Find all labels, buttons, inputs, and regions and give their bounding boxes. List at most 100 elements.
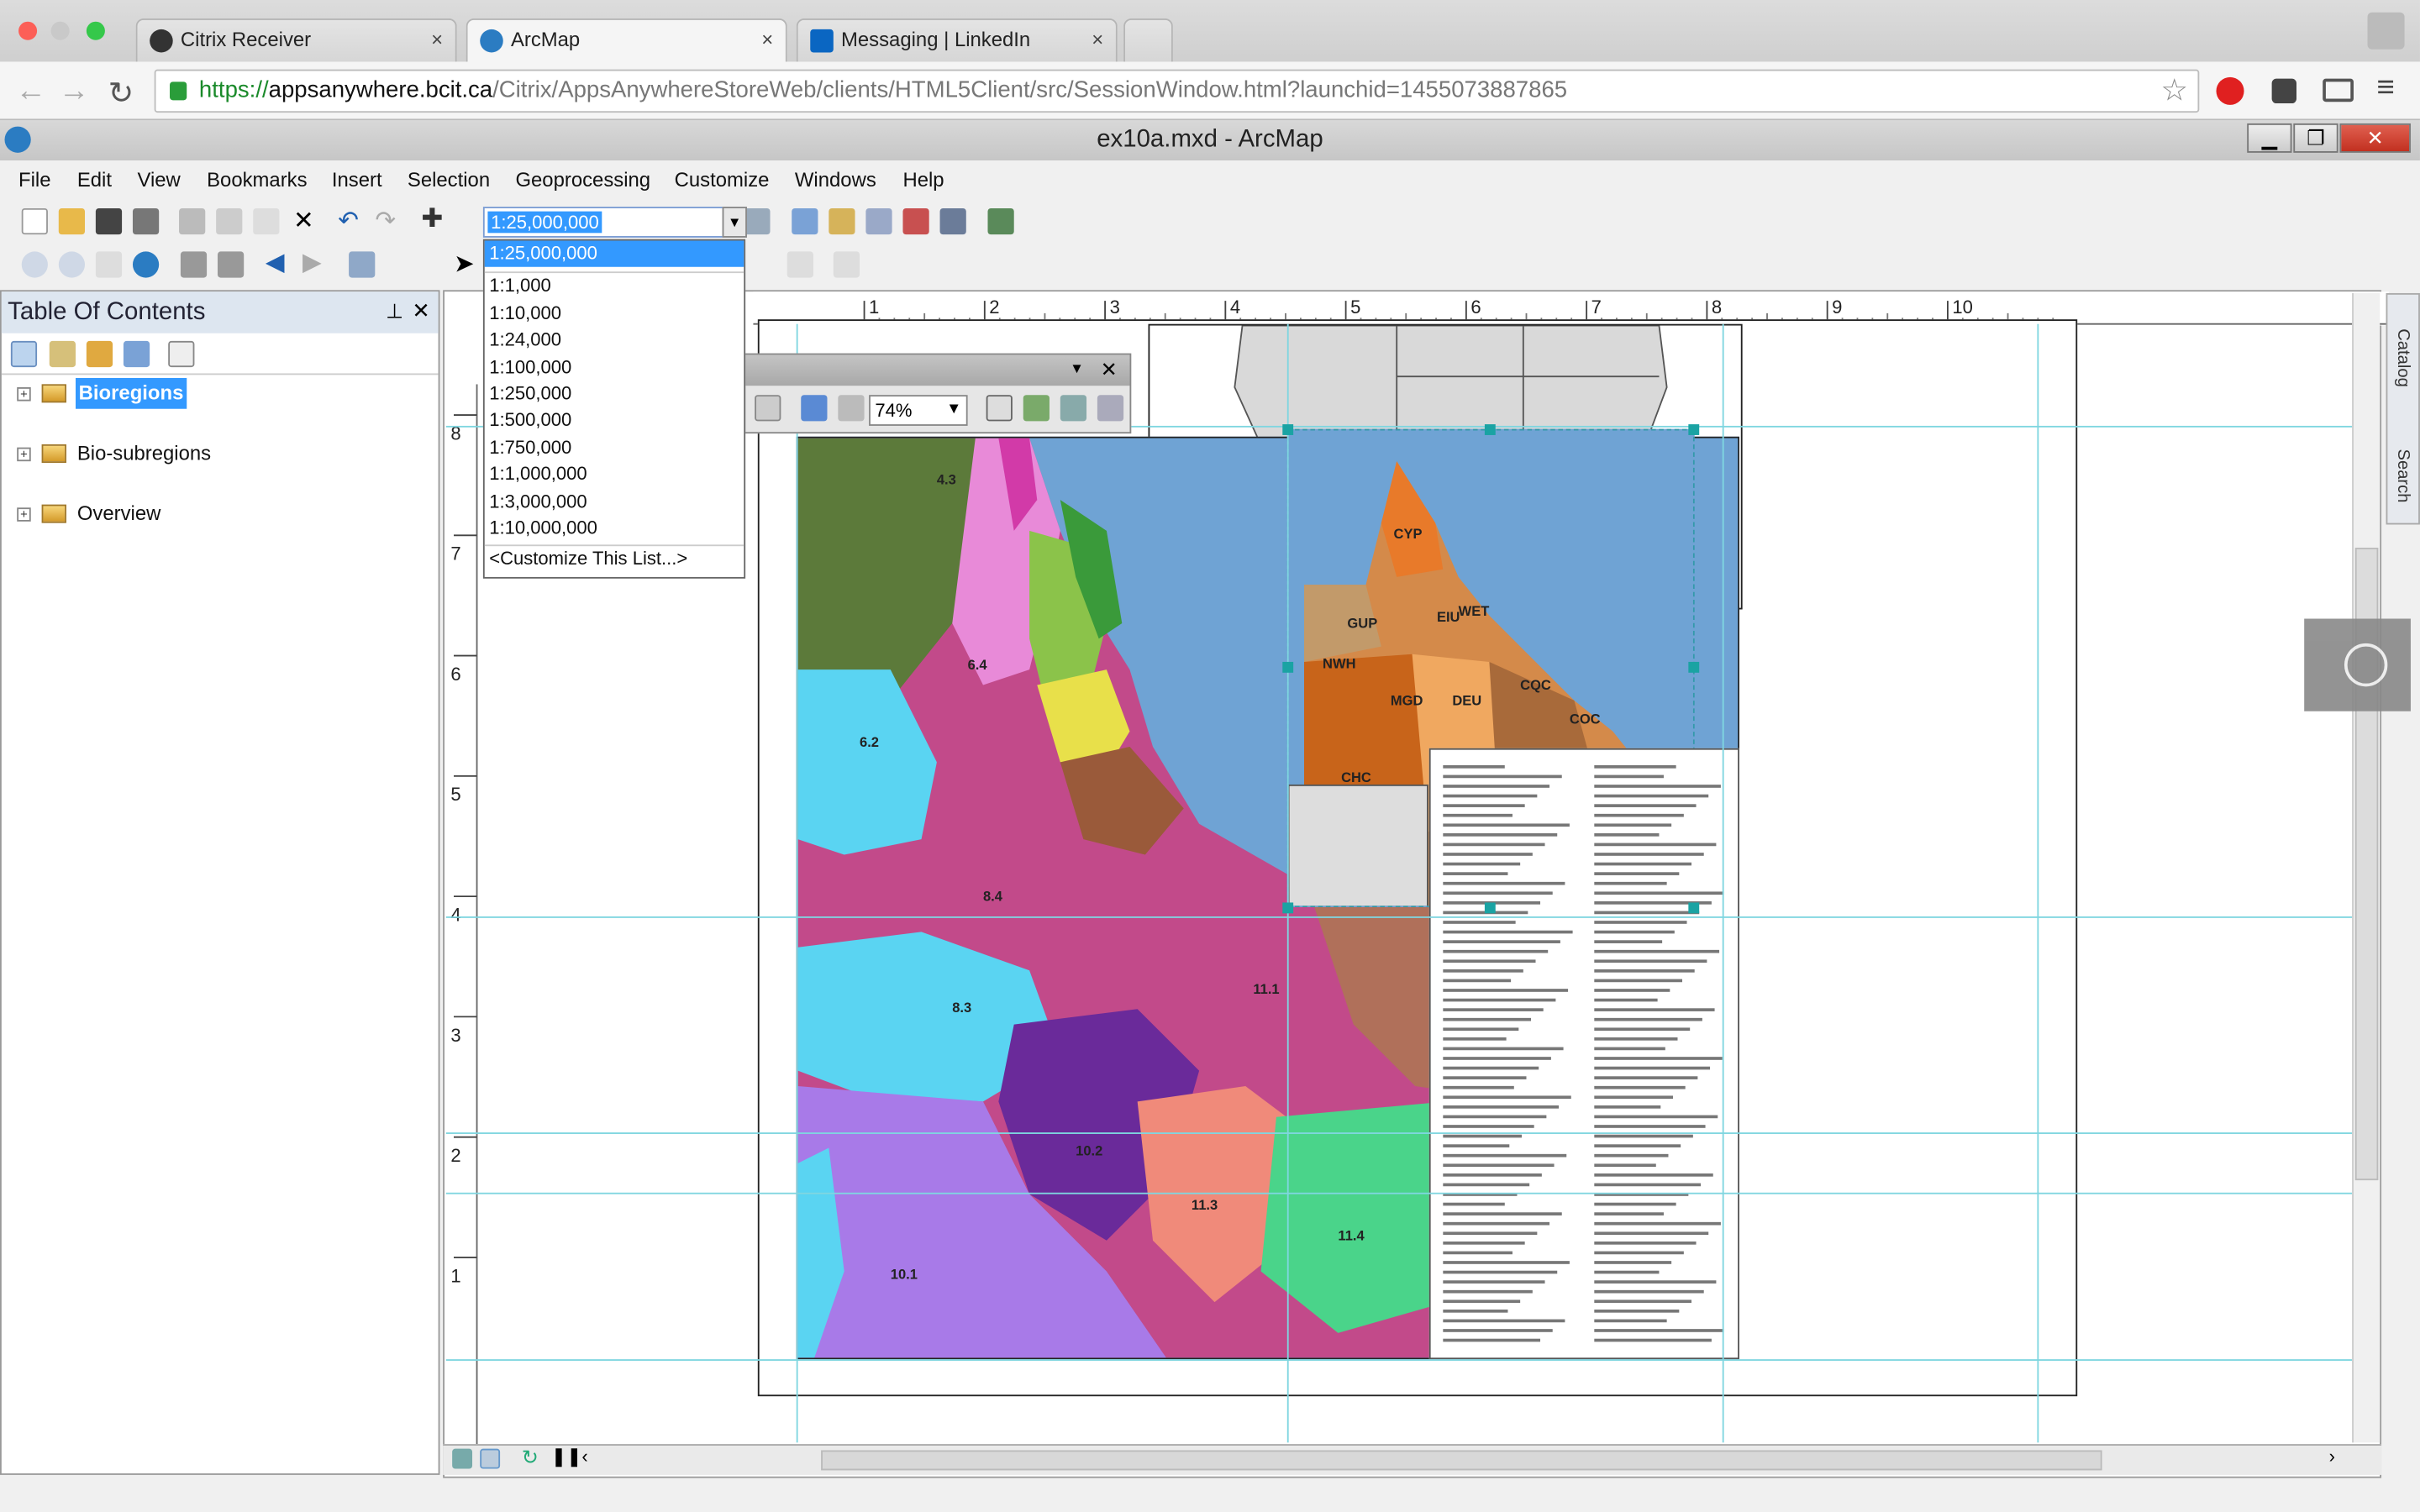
cast-icon[interactable] (2323, 78, 2354, 102)
tab-citrix-receiver[interactable]: Citrix Receiver × (135, 18, 457, 62)
close-panel-icon[interactable]: ✕ (412, 297, 430, 323)
minimize-window-icon[interactable] (50, 21, 70, 40)
selection-handle[interactable] (1688, 424, 1700, 435)
toggle-draft-mode-icon[interactable] (986, 395, 1013, 422)
list-by-visibility-icon[interactable] (86, 340, 113, 368)
menu-help[interactable]: Help (902, 168, 944, 192)
close-tab-icon[interactable]: × (761, 20, 773, 60)
layer-bio-subregions[interactable]: + Bio-subregions (17, 438, 418, 470)
layout-toolbar-window[interactable]: ▾ ✕ 74% ▼ (744, 353, 1132, 434)
close-button[interactable]: ✕ (2339, 123, 2411, 153)
redo-icon[interactable]: ↷ (375, 205, 396, 236)
menu-customize[interactable]: Customize (675, 168, 770, 192)
scale-option[interactable]: 1:750,000 (485, 434, 744, 461)
undo-icon[interactable]: ↶ (338, 205, 359, 236)
copy-icon[interactable] (216, 207, 243, 235)
selection-handle[interactable] (1484, 424, 1496, 435)
print-icon[interactable] (132, 207, 160, 235)
forward-extent-icon[interactable]: ▶ (302, 247, 322, 278)
horizontal-scrollbar-thumb[interactable] (821, 1450, 2102, 1471)
restore-button[interactable]: ❐ (2293, 123, 2338, 153)
toolbar-dropdown-icon[interactable]: ▾ (1073, 358, 1081, 378)
fixed-zoom-in-icon[interactable] (180, 251, 208, 278)
layout-guide[interactable] (1286, 323, 1289, 1443)
catalog-tab[interactable]: Catalog (2394, 328, 2412, 387)
new-document-icon[interactable] (21, 207, 48, 235)
layer-overview[interactable]: + Overview (17, 498, 418, 529)
menu-icon[interactable]: ≡ (2377, 71, 2395, 106)
layout-guide[interactable] (445, 1132, 2360, 1134)
arctoolbox-icon[interactable] (902, 207, 929, 235)
expand-icon[interactable]: + (17, 447, 31, 462)
table-icon[interactable] (792, 207, 818, 235)
tab-linkedin[interactable]: Messaging | LinkedIn × (796, 18, 1118, 62)
scroll-left-icon[interactable]: ‹ (581, 1446, 587, 1467)
focus-data-frame-icon[interactable] (1023, 395, 1050, 422)
add-data-icon[interactable]: ✚ (421, 203, 443, 234)
maximize-window-icon[interactable] (86, 21, 105, 40)
scale-option[interactable]: 1:250,000 (485, 381, 744, 408)
customize-list-option[interactable]: <Customize This List...> (484, 544, 744, 572)
scale-option[interactable]: 1:10,000,000 (485, 515, 744, 542)
selection-handle[interactable] (1282, 661, 1294, 673)
list-by-selection-icon[interactable] (123, 340, 150, 368)
selection-handle[interactable] (1484, 902, 1496, 914)
options-icon[interactable] (168, 340, 195, 368)
legend[interactable] (1428, 748, 1739, 1360)
layout-guide[interactable] (2037, 323, 2039, 1443)
zoom-percent-select[interactable]: 74% ▼ (869, 395, 968, 426)
chevron-down-icon[interactable]: ▼ (722, 207, 747, 238)
layout-guide[interactable] (445, 1192, 2360, 1194)
list-by-drawing-order-icon[interactable] (10, 340, 38, 368)
menu-file[interactable]: File (18, 168, 50, 192)
pause-drawing-icon[interactable]: ❚❚ (551, 1446, 582, 1467)
select-features-icon[interactable] (349, 251, 376, 278)
citrix-side-panel[interactable] (2304, 618, 2411, 711)
search-tab[interactable]: Search (2394, 449, 2412, 502)
chevron-down-icon[interactable]: ▼ (946, 396, 961, 424)
layer-bioregions[interactable]: + Bioregions (17, 377, 418, 409)
reload-icon[interactable]: ↻ (108, 74, 134, 113)
zoom-out-icon[interactable] (58, 251, 86, 278)
selection-handle[interactable] (1282, 424, 1294, 435)
back-icon[interactable]: ← (15, 74, 46, 109)
menu-geoprocessing[interactable]: Geoprocessing (515, 168, 650, 192)
catalog-window-icon[interactable] (829, 207, 855, 235)
layout-guide[interactable] (796, 323, 798, 1443)
scale-option[interactable]: 1:1,000 (485, 274, 744, 301)
select-elements-icon[interactable]: ➤ (454, 249, 475, 280)
save-icon[interactable] (95, 207, 123, 235)
adblock-icon[interactable] (2216, 76, 2244, 105)
refresh-icon[interactable]: ↻ (522, 1446, 539, 1470)
pan-icon[interactable] (95, 251, 123, 278)
measure-icon[interactable] (833, 251, 860, 278)
previous-extent-icon[interactable] (801, 395, 828, 422)
new-tab-button[interactable] (1123, 18, 1173, 62)
pin-icon[interactable]: ⊥ (386, 299, 403, 323)
expand-icon[interactable]: + (17, 507, 31, 522)
user-profile-icon[interactable] (2367, 12, 2405, 50)
cut-icon[interactable] (179, 207, 206, 235)
open-folder-icon[interactable] (58, 207, 86, 235)
map-scale-combobox[interactable]: 1:25,000,000 ▼ (482, 207, 747, 238)
data-driven-pages-icon[interactable] (1097, 395, 1124, 422)
scale-option[interactable]: 1:500,000 (485, 408, 744, 435)
menu-insert[interactable]: Insert (332, 168, 382, 192)
change-layout-icon[interactable] (1060, 395, 1087, 422)
python-window-icon[interactable] (939, 207, 966, 235)
close-window-icon[interactable] (18, 21, 38, 40)
data-view-icon[interactable] (452, 1448, 473, 1469)
zoom-whole-page-icon[interactable] (755, 395, 781, 422)
menu-selection[interactable]: Selection (408, 168, 490, 192)
scale-option[interactable]: 1:25,000,000 (484, 240, 744, 268)
html-popup-icon[interactable] (786, 251, 813, 278)
layout-guide[interactable] (445, 1359, 2360, 1361)
extension-icon[interactable] (2271, 78, 2297, 104)
bookmark-star-icon[interactable]: ☆ (2160, 71, 2188, 109)
editor-toolbar-icon[interactable] (744, 207, 771, 235)
selection-handle[interactable] (1688, 902, 1700, 914)
full-extent-icon[interactable] (132, 251, 160, 278)
fixed-zoom-out-icon[interactable] (217, 251, 245, 278)
menu-view[interactable]: View (137, 168, 180, 192)
layout-view-icon[interactable] (480, 1448, 501, 1469)
